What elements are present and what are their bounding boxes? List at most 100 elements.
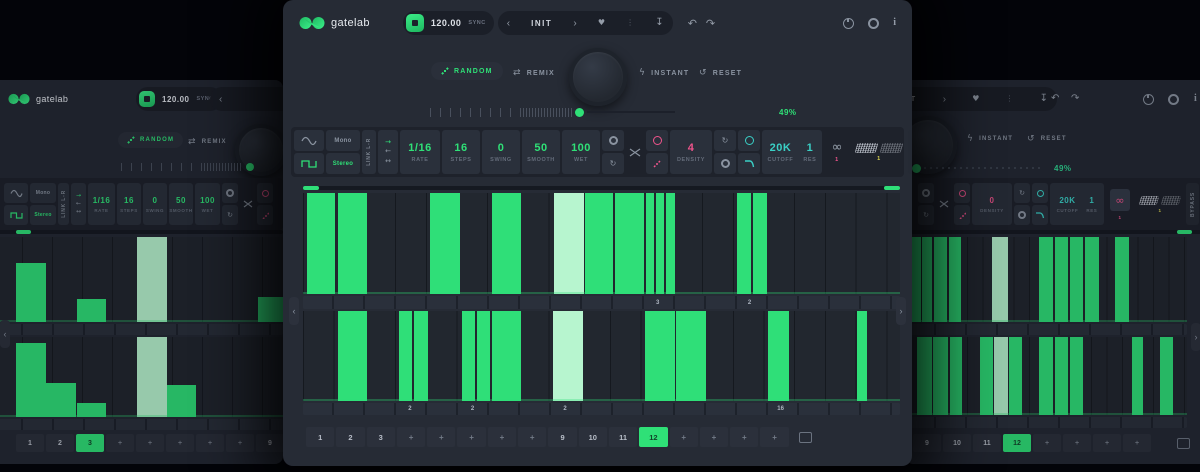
gate-bar[interactable] bbox=[1132, 337, 1143, 415]
arrow-both-icon[interactable]: ↔ bbox=[385, 157, 391, 165]
gate-bar[interactable] bbox=[933, 337, 948, 415]
pattern-slot-9[interactable]: 9 bbox=[548, 427, 576, 447]
shuffle-cell[interactable] bbox=[240, 183, 255, 225]
main-knob[interactable] bbox=[569, 48, 627, 106]
pattern-overview-strip[interactable] bbox=[905, 230, 1200, 234]
texture-pattern-b-icon[interactable] bbox=[880, 143, 904, 153]
pattern-slot-2[interactable]: 2 bbox=[336, 427, 364, 447]
slider-track[interactable] bbox=[924, 167, 1040, 169]
gate-bar[interactable] bbox=[884, 186, 900, 190]
gate-bar[interactable] bbox=[462, 311, 475, 401]
filter-controls[interactable]: 20K CUTOFF 1 RES bbox=[1050, 183, 1104, 225]
settings-gear-icon[interactable] bbox=[1168, 94, 1179, 105]
wet-control[interactable]: 100 WET bbox=[195, 183, 220, 225]
sine-wave-icon[interactable] bbox=[4, 183, 28, 203]
info-icon[interactable]: i bbox=[1194, 94, 1197, 104]
gate-bar[interactable] bbox=[646, 193, 654, 294]
gate-bar[interactable] bbox=[492, 193, 521, 294]
ab-compare-icon[interactable] bbox=[843, 18, 854, 29]
gate-bar-active[interactable] bbox=[994, 337, 1008, 415]
pattern-slot-add[interactable]: + bbox=[166, 434, 194, 452]
info-icon[interactable]: i bbox=[893, 18, 896, 28]
gate-bar[interactable] bbox=[585, 193, 613, 294]
gate-bar[interactable] bbox=[477, 311, 490, 401]
lane-footer-left[interactable]: 32 bbox=[303, 296, 900, 309]
texture-pattern-a-icon[interactable] bbox=[1139, 196, 1160, 205]
texture-pattern-a-icon[interactable] bbox=[855, 143, 879, 153]
density-ring-icon[interactable] bbox=[257, 183, 273, 203]
rate-control[interactable]: 1/16 RATE bbox=[88, 183, 115, 225]
instant-button[interactable]: ϟ INSTANT bbox=[967, 134, 1013, 144]
gate-lane-right[interactable] bbox=[0, 337, 283, 417]
gate-bar-active[interactable] bbox=[137, 237, 168, 322]
favorite-icon[interactable]: ♥ bbox=[972, 95, 979, 103]
gate-bar[interactable] bbox=[16, 263, 46, 323]
record-dot-icon[interactable] bbox=[222, 183, 238, 203]
gate-bar[interactable] bbox=[922, 237, 932, 322]
pattern-slot-1[interactable]: 1 bbox=[16, 434, 44, 452]
stereo-button[interactable]: Stereo bbox=[30, 205, 56, 225]
pattern-overview-strip[interactable] bbox=[0, 230, 283, 234]
gate-bar[interactable] bbox=[77, 299, 106, 322]
pattern-slot-add[interactable]: + bbox=[226, 434, 254, 452]
gate-bar[interactable] bbox=[1115, 237, 1130, 322]
bypass-toggle[interactable]: BYPASS bbox=[1186, 183, 1199, 225]
gate-bar[interactable] bbox=[303, 186, 319, 190]
gate-bar[interactable] bbox=[46, 383, 75, 417]
favorite-icon[interactable]: ♥ bbox=[598, 19, 605, 27]
loop-icon[interactable]: ↻ bbox=[918, 205, 934, 225]
playback-direction[interactable]: → ← ↔ bbox=[378, 130, 398, 174]
density-control[interactable]: 4 DENSITY bbox=[670, 130, 712, 174]
pattern-slot-add[interactable]: + bbox=[760, 427, 788, 447]
pattern-slot-12[interactable]: 12 bbox=[1003, 434, 1031, 452]
lowpass-curve-icon[interactable] bbox=[1032, 205, 1048, 225]
pattern-slot-add[interactable]: + bbox=[670, 427, 698, 447]
smooth-control[interactable]: 50 SMOOTH bbox=[169, 183, 193, 225]
pattern-slot-add[interactable]: + bbox=[397, 427, 425, 447]
pattern-slot-add[interactable]: + bbox=[518, 427, 546, 447]
texture-pattern-b-icon[interactable] bbox=[1161, 196, 1182, 205]
gate-bar[interactable] bbox=[666, 193, 675, 294]
gate-bar[interactable] bbox=[399, 311, 412, 401]
random-button[interactable]: RANDOM bbox=[118, 132, 183, 148]
gate-bar[interactable] bbox=[307, 193, 336, 294]
sine-wave-icon[interactable] bbox=[294, 130, 324, 151]
gate-bar[interactable] bbox=[645, 311, 675, 401]
preset-menu-icon[interactable]: ⋮ bbox=[1005, 95, 1013, 103]
pattern-slot-add[interactable]: + bbox=[196, 434, 224, 452]
amount-slider[interactable] bbox=[121, 162, 257, 172]
scroll-left-icon[interactable]: ‹ bbox=[289, 297, 299, 325]
lane-footer-right[interactable] bbox=[0, 419, 283, 430]
bpm-value[interactable]: 120.00 bbox=[431, 18, 462, 28]
pattern-slot-12[interactable]: 12 bbox=[639, 427, 667, 447]
filter-ring-icon[interactable] bbox=[1032, 183, 1048, 203]
arrow-right-icon[interactable]: → bbox=[76, 192, 81, 199]
scroll-left-icon[interactable]: ‹ bbox=[0, 320, 10, 348]
pattern-overview-strip[interactable] bbox=[303, 186, 900, 190]
swing-control[interactable]: 0 SWING bbox=[143, 183, 167, 225]
scroll-right-icon[interactable]: › bbox=[1191, 323, 1200, 351]
arrow-left-icon[interactable]: ← bbox=[76, 200, 81, 207]
settings-gear-icon[interactable] bbox=[868, 18, 879, 29]
record-dot-icon[interactable] bbox=[918, 183, 934, 203]
remix-button[interactable]: ⇄ REMIX bbox=[188, 137, 227, 147]
gate-bar[interactable] bbox=[1009, 337, 1022, 415]
gate-bar[interactable] bbox=[77, 403, 106, 417]
steps-control[interactable]: 16 STEPS bbox=[117, 183, 141, 225]
loop-icon[interactable]: ↻ bbox=[222, 205, 238, 225]
gate-bar[interactable] bbox=[737, 193, 751, 294]
preset-name[interactable]: INIT bbox=[531, 19, 552, 28]
gate-bar[interactable] bbox=[1039, 237, 1053, 322]
gate-bar[interactable] bbox=[414, 311, 428, 401]
gate-bar[interactable] bbox=[656, 193, 664, 294]
play-stop-button[interactable] bbox=[139, 91, 155, 107]
shuffle-cell[interactable] bbox=[626, 130, 644, 174]
slider-track[interactable] bbox=[587, 111, 675, 113]
pattern-slot-add[interactable]: + bbox=[700, 427, 728, 447]
gate-bar[interactable] bbox=[934, 237, 947, 322]
gate-lane-right[interactable] bbox=[905, 337, 1187, 415]
arrow-both-icon[interactable]: ↔ bbox=[76, 208, 81, 215]
steps-control[interactable]: 16 STEPS bbox=[442, 130, 480, 174]
pattern-slot-11[interactable]: 11 bbox=[609, 427, 637, 447]
mono-button[interactable]: Mono bbox=[30, 183, 56, 203]
